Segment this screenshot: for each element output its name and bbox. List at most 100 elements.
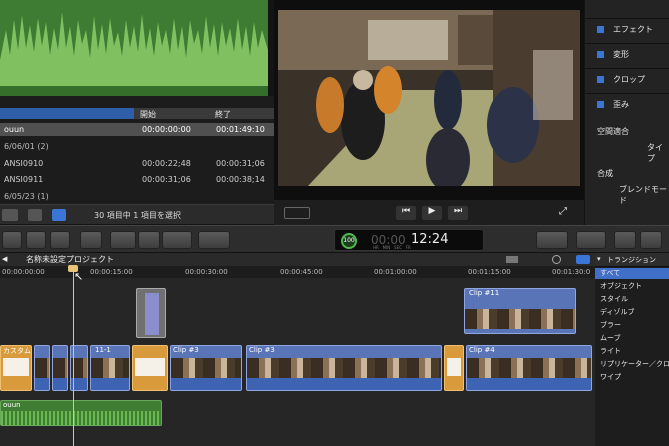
ruler-tick: 00:00:00:00	[2, 268, 45, 276]
project-name: 名称未設定プロジェクト	[26, 255, 114, 264]
storyline-clip[interactable]: 11-1	[90, 345, 130, 391]
blend-mode-label[interactable]: ブレンドモード	[619, 184, 669, 206]
viewer: ⏮ ▶ ⏭ ⤢	[274, 0, 584, 225]
clip-thumbnail	[145, 293, 159, 335]
transitions-title: トランジション	[607, 256, 656, 264]
storyline-clip[interactable]	[444, 345, 464, 391]
library-toggle-button[interactable]	[2, 231, 22, 249]
browser-row[interactable]: ANSI0911 00:00:31;06 00:00:38;14	[0, 173, 274, 186]
connected-clip[interactable]: Clip #11	[464, 288, 576, 334]
next-edit-icon[interactable]: ⏭	[448, 206, 468, 220]
start-column-label[interactable]: 開始	[140, 109, 156, 120]
inspector-item[interactable]: エフェクト	[585, 18, 669, 40]
clip-audio	[247, 378, 441, 390]
timecode-value: 12:24	[411, 232, 449, 247]
list-view-icon[interactable]	[52, 209, 66, 221]
append-clip-button[interactable]	[162, 231, 192, 249]
browser-group-row[interactable]: 6/05/23 (1)	[0, 190, 274, 203]
category-label: スタイル	[600, 295, 628, 303]
transition-category[interactable]: リプリケーター／クロ	[600, 359, 669, 369]
ruler-tick: 00:00:30:00	[185, 268, 228, 276]
storyline-clip[interactable]: カスタム	[0, 345, 32, 391]
triangle-icon[interactable]: ▾	[597, 255, 601, 263]
insert-clip-button[interactable]	[138, 231, 160, 249]
magic-wand-icon[interactable]	[536, 231, 568, 249]
playhead[interactable]	[73, 266, 74, 446]
category-label: ディゾルブ	[600, 308, 635, 316]
camera-icon[interactable]	[640, 231, 662, 249]
storyline-clip[interactable]	[34, 345, 50, 391]
end-column-label[interactable]: 終了	[215, 109, 231, 120]
transition-category[interactable]: オブジェクト	[600, 281, 642, 291]
timeline-ruler[interactable]: 00:00:00:00 00:00:15:00 00:00:30:00 00:0…	[0, 266, 595, 278]
category-label: オブジェクト	[600, 282, 642, 290]
transition-category[interactable]: ムーブ	[600, 333, 621, 343]
gear-icon[interactable]	[2, 209, 18, 221]
group-name: 6/06/01 (2)	[4, 142, 49, 151]
ruler-tick: 00:01:15:00	[468, 268, 511, 276]
connect-clip-button[interactable]	[110, 231, 136, 249]
play-icon[interactable]: ▶	[422, 206, 442, 220]
viewer-controls: ⏮ ▶ ⏭ ⤢	[274, 200, 584, 225]
snapping-icon[interactable]	[576, 255, 590, 264]
audio-clip[interactable]: ouun	[0, 400, 162, 426]
checkbox-icon[interactable]	[597, 26, 604, 33]
browser-row[interactable]: ANSI0910 00:00:22;48 00:00:31;06	[0, 157, 274, 170]
fullscreen-icon[interactable]: ⤢	[554, 206, 572, 220]
browser-group-row[interactable]: 6/06/01 (2)	[0, 140, 274, 153]
inspector-item[interactable]: クロップ	[585, 68, 669, 90]
select-tool-button[interactable]	[198, 231, 230, 249]
video-frame[interactable]	[278, 10, 580, 186]
inspector-item[interactable]: 歪み	[585, 93, 669, 115]
checkbox-icon[interactable]	[597, 76, 604, 83]
previous-edit-icon[interactable]: ⏮	[396, 206, 416, 220]
gear-icon[interactable]	[552, 255, 561, 264]
retime-button[interactable]	[576, 231, 606, 249]
expand-icon[interactable]: ◀	[2, 255, 7, 263]
clip-audio	[467, 378, 591, 390]
clip-thumbnails	[467, 358, 591, 378]
name-column-header[interactable]	[0, 108, 134, 119]
clip-audio	[91, 378, 129, 390]
compositing-header: 合成	[597, 169, 613, 178]
filmstrip-view-icon[interactable]	[28, 209, 42, 221]
timecode-display[interactable]: 100 00:00 12:24 HR MIN SEC FR	[334, 229, 484, 251]
timecode-units: HR MIN SEC FR	[373, 245, 411, 250]
inspector-item[interactable]: 変形	[585, 43, 669, 65]
checkbox-icon[interactable]	[597, 51, 604, 58]
storyline-clip[interactable]	[52, 345, 68, 391]
browser-footer: 30 項目中 1 項目を選択	[0, 204, 274, 224]
clip-audio	[171, 378, 241, 390]
connected-clip[interactable]	[136, 288, 166, 338]
checkbox-icon[interactable]	[597, 101, 604, 108]
timeline: ◀ 名称未設定プロジェクト 00:00:00:00 00:00:15:00 00…	[0, 253, 595, 446]
ruler-tick: 00:00:15:00	[90, 268, 133, 276]
transition-category[interactable]: すべて	[595, 268, 669, 279]
mouse-cursor-icon: ↖	[74, 270, 84, 283]
transition-category[interactable]: スタイル	[600, 294, 628, 304]
timeline-header: ◀ 名称未設定プロジェクト	[0, 253, 595, 266]
transitions-browser: ▾ トランジション すべて オブジェクト スタイル ディゾルブ ブラー ムーブ …	[595, 253, 669, 446]
spatial-conform-type[interactable]: タイプ	[647, 142, 669, 164]
category-label: ワイプ	[600, 373, 621, 381]
reject-icon[interactable]	[50, 231, 70, 249]
storyline-clip[interactable]: Clip #3	[170, 345, 242, 391]
event-browser: 開始 終了 ouun 00:00:00:00 00:01:49:10 6/06/…	[0, 96, 274, 224]
view-options-button[interactable]	[284, 207, 310, 219]
key-icon[interactable]	[80, 231, 102, 249]
star-icon[interactable]	[26, 231, 46, 249]
transition-category[interactable]: ブラー	[600, 320, 621, 330]
transition-category[interactable]: ディゾルブ	[600, 307, 635, 317]
transition-browser-icon[interactable]	[614, 231, 636, 249]
transition-category[interactable]: ライト	[600, 346, 621, 356]
storyline-clip[interactable]	[132, 345, 168, 391]
transitions-header: ▾ トランジション	[595, 253, 669, 267]
storyline-clip[interactable]: Clip #3	[246, 345, 442, 391]
clip-label: Clip #11	[469, 289, 500, 297]
storyline-clip[interactable]: Clip #4	[466, 345, 592, 391]
transition-category[interactable]: ワイプ	[600, 372, 621, 382]
clip-label: カスタム	[3, 347, 31, 355]
percent-indicator: 100	[341, 233, 357, 249]
browser-row[interactable]: ouun 00:00:00:00 00:01:49:10	[0, 123, 274, 136]
clip-appearance-icon[interactable]	[506, 256, 518, 263]
